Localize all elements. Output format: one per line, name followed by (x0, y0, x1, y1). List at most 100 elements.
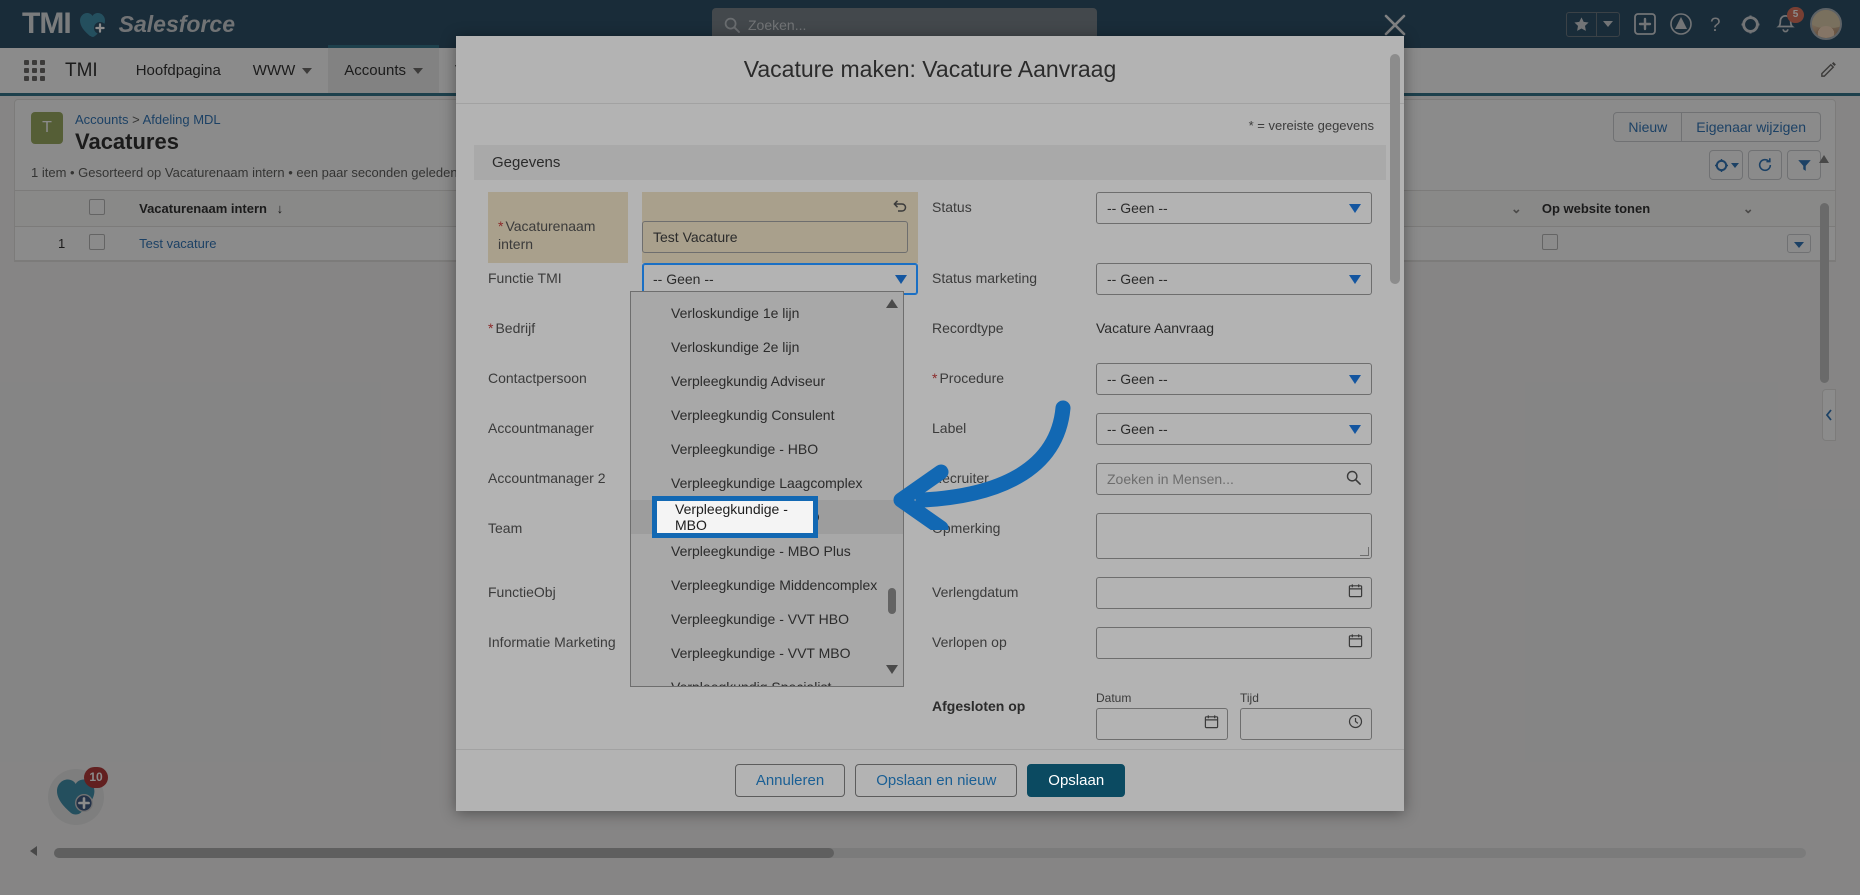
field-label-label: Label (932, 420, 967, 436)
dropdown-option[interactable]: Verpleegkundige Middencomplex (631, 568, 903, 602)
save-and-new-button[interactable]: Opslaan en nieuw (855, 764, 1018, 797)
required-asterisk: * (488, 320, 494, 336)
field-cell-opmerking (1096, 513, 1372, 577)
calendar-icon[interactable] (1348, 633, 1363, 653)
field-cell-status-marketing: -- Geen -- (1096, 263, 1372, 313)
create-vacature-modal: Vacature maken: Vacature Aanvraag * = ve… (456, 36, 1404, 811)
form-grid: * Vacaturenaam intern Test Vacature Statu… (456, 180, 1404, 749)
field-label-verlengdatum: Verlengdatum (932, 584, 1019, 600)
lookup-placeholder: Zoeken in Mensen... (1107, 471, 1234, 487)
field-cell-recruiter: Zoeken in Mensen... (1096, 463, 1372, 513)
functie-tmi-dropdown[interactable]: Verloskundige 1e lijn Verloskundige 2e l… (630, 291, 904, 687)
required-asterisk: * (498, 218, 504, 234)
chevron-down-icon (1349, 424, 1361, 434)
field-label-procedure: * Procedure (932, 370, 1005, 386)
scroll-up-arrow-icon[interactable] (885, 296, 899, 314)
dropdown-option[interactable]: Verpleegkundig Consulent (631, 398, 903, 432)
field-label-blank (488, 691, 628, 698)
field-label-informatie-marketing: Informatie Marketing (488, 634, 616, 650)
calendar-icon[interactable] (1348, 583, 1363, 603)
afgesloten-op-date-input[interactable] (1096, 708, 1228, 740)
label-select[interactable]: -- Geen -- (1096, 413, 1372, 445)
field-label-functieobj: FunctieObj (488, 584, 556, 600)
dropdown-option[interactable]: Verpleegkundige - VVT HBO (631, 602, 903, 636)
field-label-accountmanager: Accountmanager (488, 420, 594, 436)
field-label-functie-tmi: Functie TMI (488, 270, 562, 286)
modal-body: * = vereiste gegevens Gegevens * Vacature… (456, 104, 1404, 749)
dropdown-option[interactable]: Verpleegkundige - HBO (631, 432, 903, 466)
field-label-vacaturenaam-intern: * Vacaturenaam intern (488, 192, 628, 263)
field-label-status-marketing: Status marketing (932, 270, 1038, 286)
afgesloten-op-date-group: Datum (1096, 691, 1228, 740)
field-cell-label: -- Geen -- (1096, 413, 1372, 463)
vacaturenaam-intern-input[interactable]: Test Vacature (642, 221, 908, 253)
sub-label-tijd: Tijd (1240, 691, 1259, 705)
chevron-down-icon (1349, 374, 1361, 384)
field-label-contactpersoon: Contactpersoon (488, 370, 587, 386)
dropdown-option[interactable]: Verloskundige 2e lijn (631, 330, 903, 364)
dropdown-option[interactable]: Verloskundige 1e lijn (631, 296, 903, 330)
afgesloten-op-time-group: Tijd (1240, 691, 1372, 740)
select-value: -- Geen -- (653, 271, 714, 287)
highlighted-option-text: Verpleegkundige - MBO (675, 501, 788, 533)
cancel-button[interactable]: Annuleren (734, 764, 846, 797)
opmerking-textarea[interactable] (1096, 513, 1372, 559)
field-label-bedrijf: * Bedrijf (488, 320, 536, 336)
undo-icon[interactable] (642, 198, 908, 219)
recruiter-lookup-input[interactable]: Zoeken in Mensen... (1096, 463, 1372, 495)
select-value: -- Geen -- (1107, 421, 1168, 437)
field-label-accountmanager-2: Accountmanager 2 (488, 470, 606, 486)
save-button[interactable]: Opslaan (1027, 764, 1126, 797)
select-value: -- Geen -- (1107, 271, 1168, 287)
recordtype-value: Vacature Aanvraag (1096, 320, 1215, 336)
chevron-down-icon (1349, 203, 1361, 213)
field-cell-recordtype: Vacature Aanvraag (1096, 313, 1372, 354)
select-value: -- Geen -- (1107, 371, 1168, 387)
chevron-down-icon (1349, 274, 1361, 284)
field-label-recruiter: Recruiter (932, 470, 989, 486)
required-asterisk: * (932, 370, 938, 386)
search-icon (1346, 470, 1361, 488)
modal-footer: Annuleren Opslaan en nieuw Opslaan (456, 749, 1404, 811)
field-cell-procedure: -- Geen -- (1096, 363, 1372, 413)
dropdown-option-list: Verloskundige 1e lijn Verloskundige 2e l… (631, 292, 903, 686)
field-cell-status: -- Geen -- (1096, 192, 1372, 242)
annotation-highlight-box: Verpleegkundige - MBO (652, 496, 818, 538)
verlopen-op-date-input[interactable] (1096, 627, 1372, 659)
verlengdatum-date-input[interactable] (1096, 577, 1372, 609)
field-cell-vacaturenaam-intern: Test Vacature (642, 192, 918, 263)
procedure-select[interactable]: -- Geen -- (1096, 363, 1372, 395)
status-select[interactable]: -- Geen -- (1096, 192, 1372, 224)
dropdown-scrollbar[interactable] (881, 292, 903, 686)
dropdown-option[interactable]: Verpleegkundige - MBO Plus (631, 534, 903, 568)
calendar-icon[interactable] (1204, 714, 1219, 734)
select-value: -- Geen -- (1107, 200, 1168, 216)
field-label-status: Status (932, 199, 972, 215)
field-cell-verlopen-op (1096, 627, 1372, 677)
input-value: Test Vacature (653, 229, 738, 245)
status-marketing-select[interactable]: -- Geen -- (1096, 263, 1372, 295)
modal-scroll-thumb[interactable] (1390, 54, 1400, 284)
dropdown-option[interactable]: Verpleegkundige Laagcomplex (631, 466, 903, 500)
dropdown-option[interactable]: Verpleegkundig Specialist (631, 670, 903, 686)
field-label-team: Team (488, 520, 523, 536)
chevron-down-icon (895, 274, 907, 284)
field-label-opmerking: Opmerking (932, 520, 1001, 536)
field-cell-verlengdatum (1096, 577, 1372, 627)
field-label-recordtype: Recordtype (932, 320, 1004, 336)
sub-label-datum: Datum (1096, 691, 1132, 705)
dropdown-scroll-thumb[interactable] (888, 588, 896, 614)
afgesloten-op-time-input[interactable] (1240, 708, 1372, 740)
dropdown-option[interactable]: Verpleegkundige - VVT MBO (631, 636, 903, 670)
section-header-gegevens: Gegevens (474, 145, 1386, 180)
dropdown-option[interactable]: Verpleegkundig Adviseur (631, 364, 903, 398)
field-label-afgesloten-op: Afgesloten op (932, 698, 1026, 714)
clock-icon[interactable] (1348, 714, 1363, 734)
dropdown-scroll-track[interactable] (888, 314, 896, 660)
screen-root: TMI Salesforce Zoeken... (0, 0, 1860, 895)
modal-header: Vacature maken: Vacature Aanvraag (456, 36, 1404, 104)
modal-title: Vacature maken: Vacature Aanvraag (743, 56, 1117, 82)
field-label-verlopen-op: Verlopen op (932, 634, 1007, 650)
scroll-down-arrow-icon[interactable] (885, 662, 899, 680)
field-cell-blank (642, 691, 918, 709)
